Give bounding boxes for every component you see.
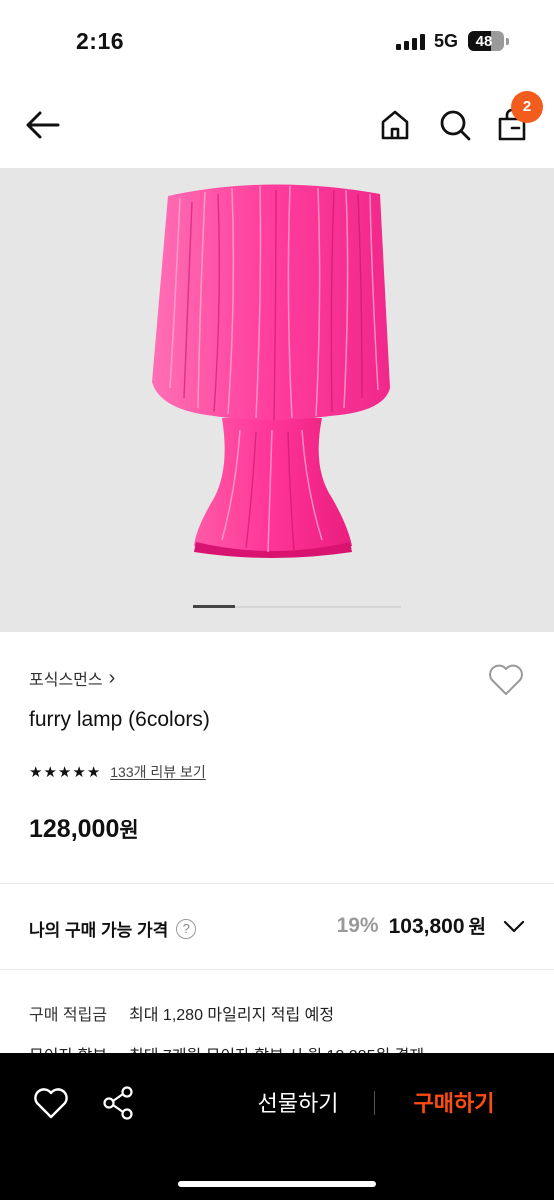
gift-button[interactable]: 선물하기 xyxy=(240,1086,356,1118)
share-button[interactable] xyxy=(100,1084,138,1122)
bottom-action-bar: 선물하기 구매하기 xyxy=(0,1053,554,1200)
battery-cap xyxy=(506,38,509,45)
product-image-carousel[interactable] xyxy=(0,168,554,632)
bottom-wishlist-button[interactable] xyxy=(32,1085,70,1121)
sale-price: 103,800 원 xyxy=(389,912,486,939)
wishlist-button[interactable] xyxy=(486,660,526,700)
heart-icon xyxy=(34,1088,68,1119)
search-icon xyxy=(440,110,471,141)
battery-level: 48 xyxy=(475,33,493,50)
top-nav xyxy=(0,80,554,168)
battery-icon: 48 xyxy=(468,31,504,51)
brand-name: 포식스먼스 xyxy=(29,672,103,689)
my-price-dropdown[interactable]: 19% 103,800 원 xyxy=(337,912,526,939)
button-separator xyxy=(374,1091,375,1115)
star-icon: ★ xyxy=(43,764,57,781)
heart-icon xyxy=(489,664,523,695)
star-icon: ★ xyxy=(86,764,101,781)
carousel-indicator-active xyxy=(193,605,235,608)
back-arrow-icon xyxy=(26,111,60,139)
back-button[interactable] xyxy=(20,103,64,147)
original-price: 128,000원 xyxy=(29,814,139,844)
original-price-unit: 원 xyxy=(119,819,139,842)
divider xyxy=(0,883,554,884)
help-icon[interactable]: ? xyxy=(176,918,197,939)
original-price-value: 128,000 xyxy=(29,815,120,843)
points-label: 구매 적립금 xyxy=(29,1007,108,1024)
home-indicator xyxy=(178,1181,376,1187)
divider xyxy=(0,969,554,970)
product-title: furry lamp (6colors) xyxy=(29,708,210,731)
search-button[interactable] xyxy=(433,103,477,147)
star-icon: ★ xyxy=(57,764,72,781)
status-bar: 2:16 5G 48 xyxy=(0,0,554,80)
review-link[interactable]: 133개 리뷰 보기 xyxy=(110,762,206,782)
my-price-label: 나의 구매 가능 가격 ? xyxy=(29,916,197,941)
home-icon xyxy=(381,110,409,140)
cart-count-badge: 2 xyxy=(511,91,543,123)
rating-stars: ★ ★ ★ ★ ★ xyxy=(29,763,100,781)
my-price-label-text: 나의 구매 가능 가격 xyxy=(29,921,169,940)
chevron-right-icon: › xyxy=(108,667,116,689)
share-icon xyxy=(103,1086,133,1120)
rating-row: ★ ★ ★ ★ ★ 133개 리뷰 보기 xyxy=(29,762,206,782)
sale-price-value: 103,800 xyxy=(388,915,465,938)
buy-button[interactable]: 구매하기 xyxy=(398,1086,510,1118)
cellular-signal-icon xyxy=(396,34,426,50)
status-time: 2:16 xyxy=(76,28,125,54)
brand-link[interactable]: 포식스먼스 › xyxy=(29,666,115,690)
sale-price-unit: 원 xyxy=(468,917,486,938)
home-button[interactable] xyxy=(373,103,417,147)
star-icon: ★ xyxy=(29,764,43,781)
points-row: 구매 적립금 최대 1,280 마일리지 적립 예정 xyxy=(29,1001,334,1025)
discount-rate: 19% xyxy=(336,913,379,937)
star-icon: ★ xyxy=(72,764,86,781)
carousel-indicator xyxy=(193,605,401,608)
chevron-down-icon xyxy=(503,920,525,932)
network-type: 5G xyxy=(434,31,459,51)
points-value: 최대 1,280 마일리지 적립 예정 xyxy=(129,1007,335,1024)
product-photo-furry-lamp xyxy=(152,184,390,558)
